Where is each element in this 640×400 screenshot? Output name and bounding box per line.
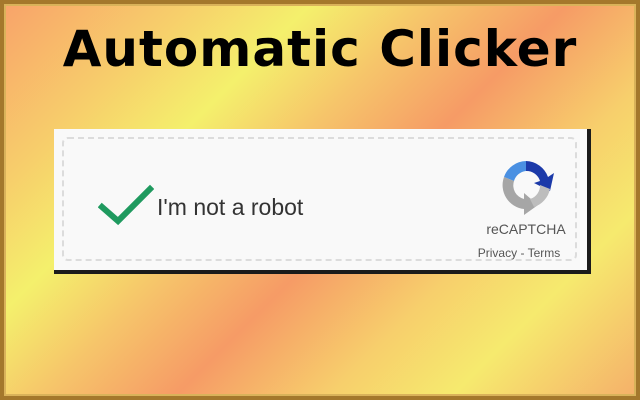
privacy-link[interactable]: Privacy	[478, 246, 517, 260]
recaptcha-logo-icon	[502, 161, 554, 215]
recaptcha-frame: I'm not a robot reCAPTCHA Privacy - Term…	[62, 137, 577, 261]
recaptcha-links: Privacy - Terms	[464, 246, 574, 260]
page-title: Automatic Clicker	[62, 20, 578, 78]
terms-link[interactable]: Terms	[528, 246, 561, 260]
banner-canvas: Automatic Clicker I'm not a robot reCAPT…	[0, 0, 640, 400]
checkmark-icon[interactable]	[98, 183, 154, 227]
recaptcha-widget: I'm not a robot reCAPTCHA Privacy - Term…	[54, 129, 587, 270]
recaptcha-brand-label: reCAPTCHA	[486, 221, 566, 237]
link-separator: -	[517, 246, 528, 260]
checkbox-label[interactable]: I'm not a robot	[157, 194, 303, 221]
